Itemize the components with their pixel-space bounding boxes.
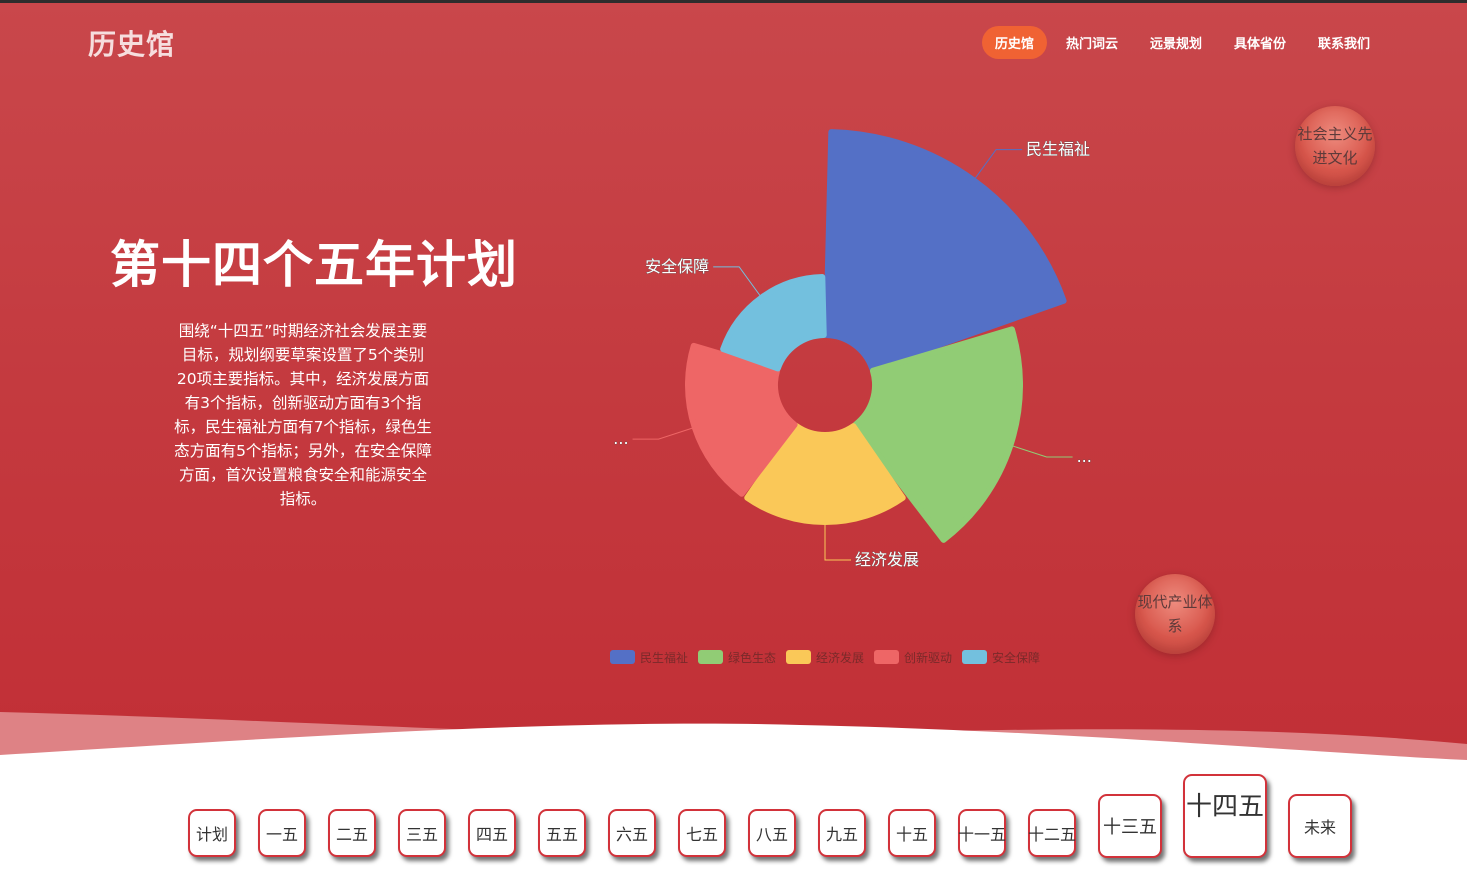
rose-chart: 民生福祉...经济发展...安全保障民生福祉 绿色生态 经济发展 创新驱动 安全保障 — [610, 129, 1092, 665]
timeline-item-label: 十三五 — [1103, 817, 1157, 838]
timeline-item-label: 十二五 — [1028, 825, 1077, 844]
timeline-item-label: 七五 — [685, 825, 718, 844]
timeline-item-label: 六五 — [615, 825, 648, 844]
timeline-item-label: 未来 — [1303, 818, 1336, 837]
timeline-item-0[interactable]: 计划 — [188, 809, 236, 857]
rose-label-1: ... — [1077, 447, 1092, 466]
legend-label-0[interactable]: 民生福祉 — [640, 650, 688, 665]
timeline-item-4[interactable]: 四五 — [468, 809, 516, 857]
timeline-item-11[interactable]: 十一五 — [958, 809, 1006, 857]
timeline-item-2[interactable]: 二五 — [328, 809, 376, 857]
timeline-item-label: 计划 — [195, 825, 228, 844]
rose-label-3: ... — [613, 429, 628, 448]
legend-label-3[interactable]: 创新驱动 — [904, 650, 952, 665]
timeline-item-14[interactable]: 十四五 — [1183, 774, 1267, 858]
legend-label-1[interactable]: 绿色生态 — [728, 650, 776, 665]
legend-swatch-0[interactable] — [610, 650, 635, 664]
timeline-item-9[interactable]: 九五 — [818, 809, 866, 857]
legend-swatch-1[interactable] — [698, 650, 723, 664]
legend-label-4[interactable]: 安全保障 — [992, 650, 1040, 665]
timeline-item-label: 十四五 — [1185, 792, 1264, 822]
legend-label-2[interactable]: 经济发展 — [816, 650, 864, 665]
timeline-item-3[interactable]: 三五 — [398, 809, 446, 857]
timeline-item-label: 二五 — [335, 825, 368, 844]
timeline-item-label: 十五 — [895, 825, 928, 844]
timeline-item-10[interactable]: 十五 — [888, 809, 936, 857]
timeline-item-12[interactable]: 十二五 — [1028, 809, 1076, 857]
timeline-item-label: 四五 — [475, 825, 508, 844]
timeline-item-8[interactable]: 八五 — [748, 809, 796, 857]
timeline-item-1[interactable]: 一五 — [258, 809, 306, 857]
legend-swatch-4[interactable] — [962, 650, 987, 664]
plan-timeline: 计划 一五 二五 三五 四五 五五 六五 七五 八五 九五 十五 十一五 十二五 十三五 十四五未来 — [0, 760, 1467, 876]
timeline-item-label: 十一五 — [958, 825, 1007, 844]
timeline-item-5[interactable]: 五五 — [538, 809, 586, 857]
rose-slice-4[interactable] — [720, 274, 827, 372]
timeline-item-label: 五五 — [545, 825, 578, 844]
timeline-item-13[interactable]: 十三五 — [1098, 794, 1162, 858]
timeline-item-15[interactable]: 未来 — [1288, 794, 1352, 858]
timeline-item-6[interactable]: 六五 — [608, 809, 656, 857]
legend-swatch-3[interactable] — [874, 650, 899, 664]
timeline-item-label: 三五 — [405, 825, 438, 844]
timeline-item-label: 八五 — [755, 825, 788, 844]
rose-label-4: 安全保障 — [645, 257, 709, 276]
rose-label-2: 经济发展 — [855, 550, 919, 569]
legend-swatch-2[interactable] — [786, 650, 811, 664]
rose-label-0: 民生福祉 — [1026, 140, 1090, 159]
timeline-item-label: 一五 — [265, 825, 298, 844]
rose-slice-0[interactable] — [823, 129, 1067, 372]
timeline-item-7[interactable]: 七五 — [678, 809, 726, 857]
timeline-item-label: 九五 — [825, 825, 858, 844]
